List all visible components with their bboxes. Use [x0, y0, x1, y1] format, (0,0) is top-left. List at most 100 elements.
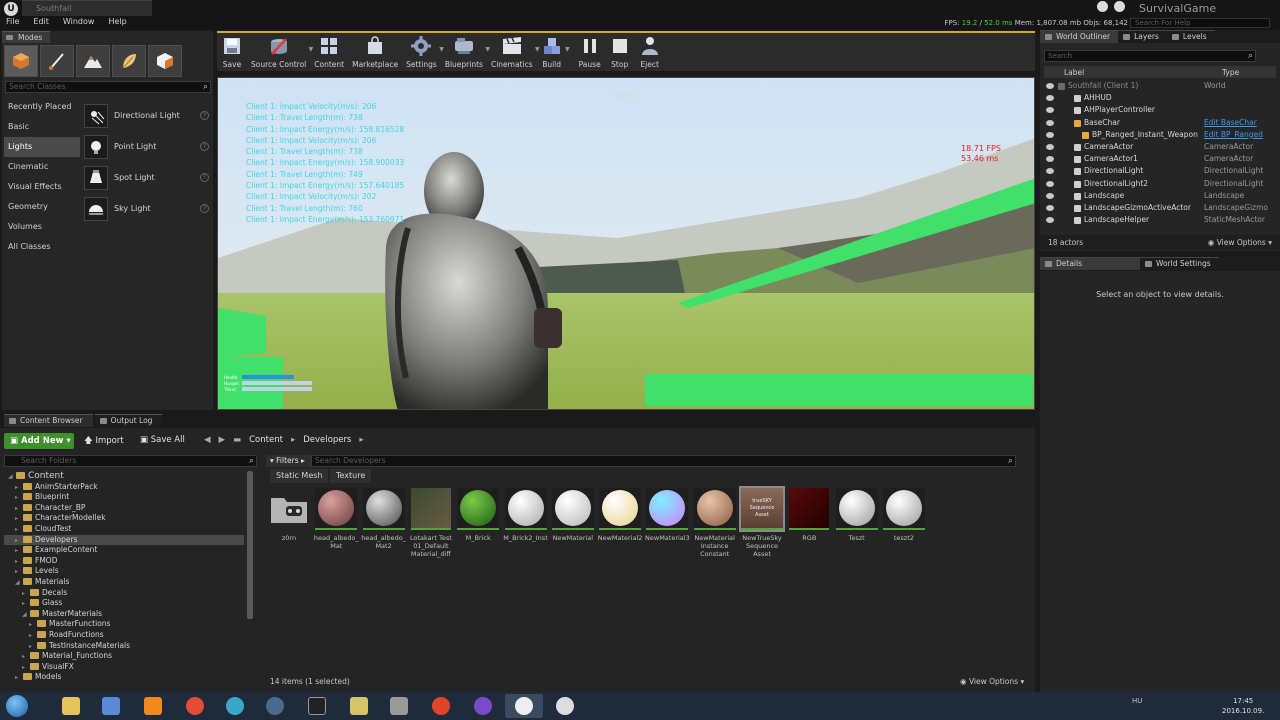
import-button[interactable]: 🡅 Import — [84, 435, 124, 449]
expand-arrow-icon[interactable]: ▸ — [15, 483, 23, 493]
outliner-search-input[interactable]: Search ⌕ — [1044, 50, 1256, 62]
tab-layers[interactable]: Layers — [1118, 30, 1167, 43]
expand-arrow-icon[interactable]: ▸ — [15, 514, 23, 524]
folder-tree-item[interactable]: ▸ Developers — [4, 534, 244, 546]
category-basic[interactable]: Basic — [4, 117, 80, 137]
level-tab[interactable]: Southfall — [22, 0, 152, 16]
asset-tile[interactable]: NewMaterial — [550, 488, 596, 542]
content-view-options-button[interactable]: ◉ View Options ▾ — [960, 677, 1024, 686]
label-column-header[interactable]: Label — [1064, 68, 1084, 77]
chevron-down-icon[interactable]: ▼ — [309, 46, 314, 53]
visibility-eye-icon[interactable] — [1046, 83, 1054, 89]
expand-arrow-icon[interactable]: ▸ — [22, 599, 30, 609]
taskbar-app[interactable] — [546, 694, 584, 718]
game-viewport[interactable]: 00:00 Client 1: Impact Velocity(m/s): 20… — [217, 77, 1035, 410]
edit-blueprint-link[interactable]: Edit BaseChar — [1204, 117, 1274, 129]
stop-button[interactable]: Stop — [609, 33, 631, 71]
chevron-down-icon[interactable]: ▼ — [439, 46, 444, 53]
foliage-mode-button[interactable] — [112, 45, 146, 77]
asset-search-input[interactable]: Search Developers ⌕ — [311, 455, 1016, 467]
breadcrumb-content[interactable]: Content — [249, 435, 283, 445]
expand-arrow-icon[interactable]: ▸ — [29, 642, 37, 652]
eject-button[interactable]: Eject — [639, 33, 661, 71]
expand-arrow-icon[interactable]: ▸ — [15, 546, 23, 556]
expand-arrow-icon[interactable]: ▸ — [22, 589, 30, 599]
taskbar-app[interactable] — [380, 694, 418, 718]
folder-tree-item[interactable]: ▸ VisualFX — [4, 662, 244, 672]
folder-tree-item[interactable]: ▸ Character_BP — [4, 503, 244, 513]
category-cinematic[interactable]: Cinematic — [4, 157, 80, 177]
outliner-row[interactable]: CameraActor CameraActor — [1044, 141, 1276, 153]
help-icon[interactable]: ? — [200, 204, 209, 213]
expand-arrow-icon[interactable]: ▸ — [29, 631, 37, 641]
edit-blueprint-link[interactable]: Edit BP_Ranged — [1204, 129, 1274, 141]
system-clock[interactable]: 17:45 2016.10.09. — [1222, 696, 1264, 716]
taskbar-app[interactable] — [422, 694, 460, 718]
expand-arrow-icon[interactable]: ◢ — [22, 610, 30, 620]
class-search-input[interactable]: Search Classes ⌕ — [5, 81, 211, 93]
expand-arrow-icon[interactable]: ▸ — [15, 673, 23, 683]
taskbar-unreal-editor[interactable] — [505, 694, 543, 718]
tab-levels[interactable]: Levels — [1166, 30, 1215, 43]
taskbar-app[interactable] — [216, 694, 254, 718]
outliner-row[interactable]: CameraActor1 CameraActor — [1044, 153, 1276, 165]
outliner-row[interactable]: Southfall (Client 1) World — [1044, 80, 1276, 92]
outliner-row[interactable]: AHPlayerController — [1044, 104, 1276, 116]
filter-texture[interactable]: Texture — [330, 469, 372, 483]
save-button[interactable]: Save — [221, 33, 243, 71]
taskbar-app[interactable] — [340, 694, 378, 718]
folder-search-input[interactable]: Search Folders ⌕ — [4, 455, 257, 467]
visibility-eye-icon[interactable] — [1046, 95, 1054, 102]
outliner-row[interactable]: LandscapeGizmoActiveActor LandscapeGizmo — [1044, 202, 1276, 214]
tab-output-log[interactable]: Output Log — [94, 414, 163, 427]
folder-tree-item[interactable]: ▸ Models — [4, 672, 244, 682]
breadcrumb-developers[interactable]: Developers — [303, 435, 351, 445]
build-button[interactable]: Build ▼ — [541, 33, 570, 71]
expand-arrow-icon[interactable]: ▸ — [15, 493, 23, 503]
folder-tree-item[interactable]: ▸ MasterFunctions — [4, 619, 244, 629]
expand-arrow-icon[interactable]: ▸ — [22, 663, 30, 673]
expand-arrow-icon[interactable]: ▸ — [15, 567, 23, 577]
category-lights[interactable]: Lights — [4, 137, 80, 157]
asset-tile[interactable]: z0rn — [266, 488, 312, 542]
placeable-sky-light[interactable]: Sky Light ? — [84, 193, 211, 224]
pause-button[interactable]: Pause — [579, 33, 601, 71]
asset-tile[interactable]: Teszt — [834, 488, 880, 542]
expand-arrow-icon[interactable]: ◢ — [8, 472, 16, 482]
taskbar-explorer[interactable] — [52, 694, 90, 718]
expand-arrow-icon[interactable]: ▸ — [15, 557, 23, 567]
folder-tree-item[interactable]: ◢ Materials — [4, 577, 244, 587]
folder-tree-item[interactable]: ▸ CloudTest — [4, 524, 244, 534]
cinematics-button[interactable]: Cinematics ▼ — [491, 33, 540, 71]
visibility-eye-icon[interactable] — [1046, 217, 1054, 224]
source-control-status-icon[interactable] — [1114, 1, 1125, 12]
folder-tree-item[interactable]: ▸ CharacterModellek — [4, 513, 244, 523]
asset-tile[interactable]: head_albedo_Mat2 — [361, 488, 407, 550]
folder-tree-item[interactable]: ▸ ExampleContent — [4, 545, 244, 555]
help-search-input[interactable]: Search For Help — [1130, 18, 1270, 28]
folder-tree-item[interactable]: ▸ Blueprint — [4, 492, 244, 502]
settings-button[interactable]: Settings ▼ — [406, 33, 444, 71]
expand-arrow-icon[interactable]: ▸ — [15, 536, 23, 546]
folder-tree-item[interactable]: ▸ AnimStarterPack — [4, 482, 244, 492]
outliner-row[interactable]: BP_Ranged_Instant_Weapon Edit BP_Ranged — [1044, 129, 1276, 141]
placeable-point-light[interactable]: Point Light ? — [84, 131, 211, 162]
expand-arrow-icon[interactable]: ▸ — [22, 652, 30, 662]
tab-details[interactable]: Details — [1040, 257, 1140, 270]
folder-tree-item[interactable]: ▸ Material_Functions — [4, 651, 244, 661]
asset-tile[interactable]: NewMaterial2 — [597, 488, 643, 542]
asset-tile[interactable]: RGB — [786, 488, 832, 542]
asset-tile[interactable]: trueSKY Sequence Asset NewTrueSky Sequenc… — [739, 486, 785, 558]
category-recently-placed[interactable]: Recently Placed — [4, 97, 80, 117]
folder-tree-item[interactable]: ▸ Decals — [4, 588, 244, 598]
landscape-mode-button[interactable] — [76, 45, 110, 77]
paint-mode-button[interactable] — [40, 45, 74, 77]
marketplace-button[interactable]: Marketplace — [352, 33, 398, 71]
source-control-button[interactable]: Source Control ▼ — [251, 33, 313, 71]
taskbar-vlc[interactable] — [134, 694, 172, 718]
visibility-eye-icon[interactable] — [1046, 119, 1054, 126]
visibility-eye-icon[interactable] — [1046, 205, 1054, 211]
category-visual-effects[interactable]: Visual Effects — [4, 177, 80, 197]
folder-tree-item[interactable]: ▸ TestInstanceMaterials — [4, 641, 244, 651]
place-mode-button[interactable] — [4, 45, 38, 77]
